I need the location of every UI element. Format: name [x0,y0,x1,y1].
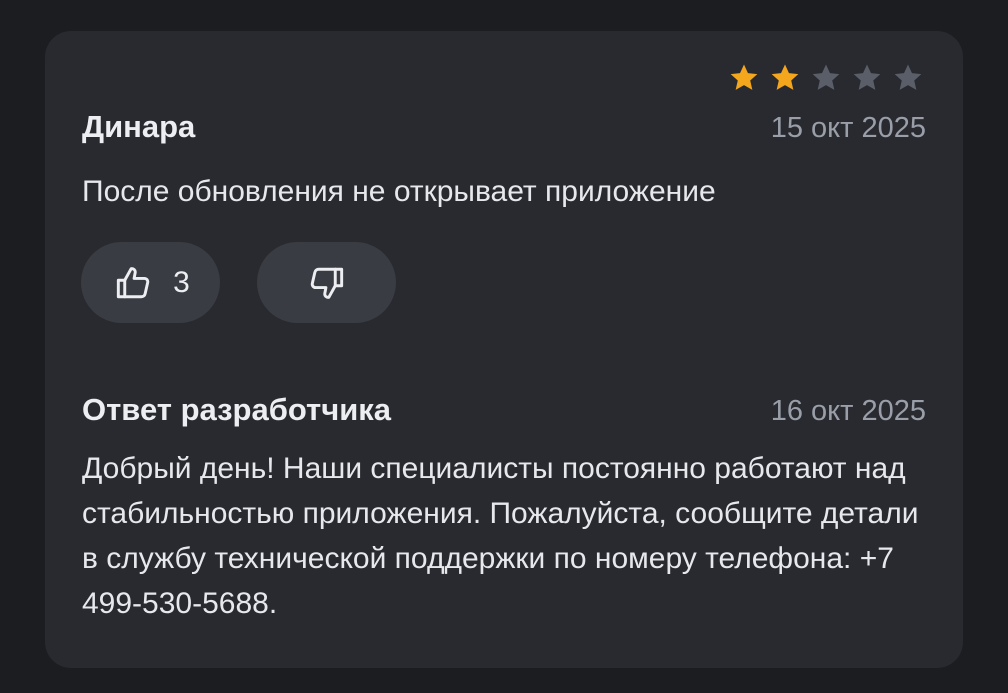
thumbs-up-icon [111,261,155,305]
review-text: После обновления не открывает приложение [82,175,716,208]
developer-reply-header: Ответ разработчика 16 окт 2025 [82,392,926,428]
star-filled-icon [771,64,799,90]
review-date: 15 окт 2025 [770,112,926,144]
rating-stars [727,61,925,95]
review-card: Динара 15 окт 2025 После обновления не о… [45,31,963,668]
thumbs-down-icon [305,261,349,305]
star-empty-icon [894,64,922,90]
like-count: 3 [173,265,190,299]
author-name: Динара [82,109,196,144]
star-empty-icon [812,64,840,90]
review-header: Динара 15 окт 2025 [82,109,926,145]
like-button[interactable]: 3 [81,242,220,323]
dislike-button[interactable] [257,242,396,323]
developer-reply-title: Ответ разработчика [82,392,392,427]
developer-reply-text: Добрый день! Наши специалисты постоянно … [82,452,919,620]
star-filled-icon [730,64,758,90]
developer-reply-date: 16 окт 2025 [770,395,926,427]
star-empty-icon [853,64,881,90]
